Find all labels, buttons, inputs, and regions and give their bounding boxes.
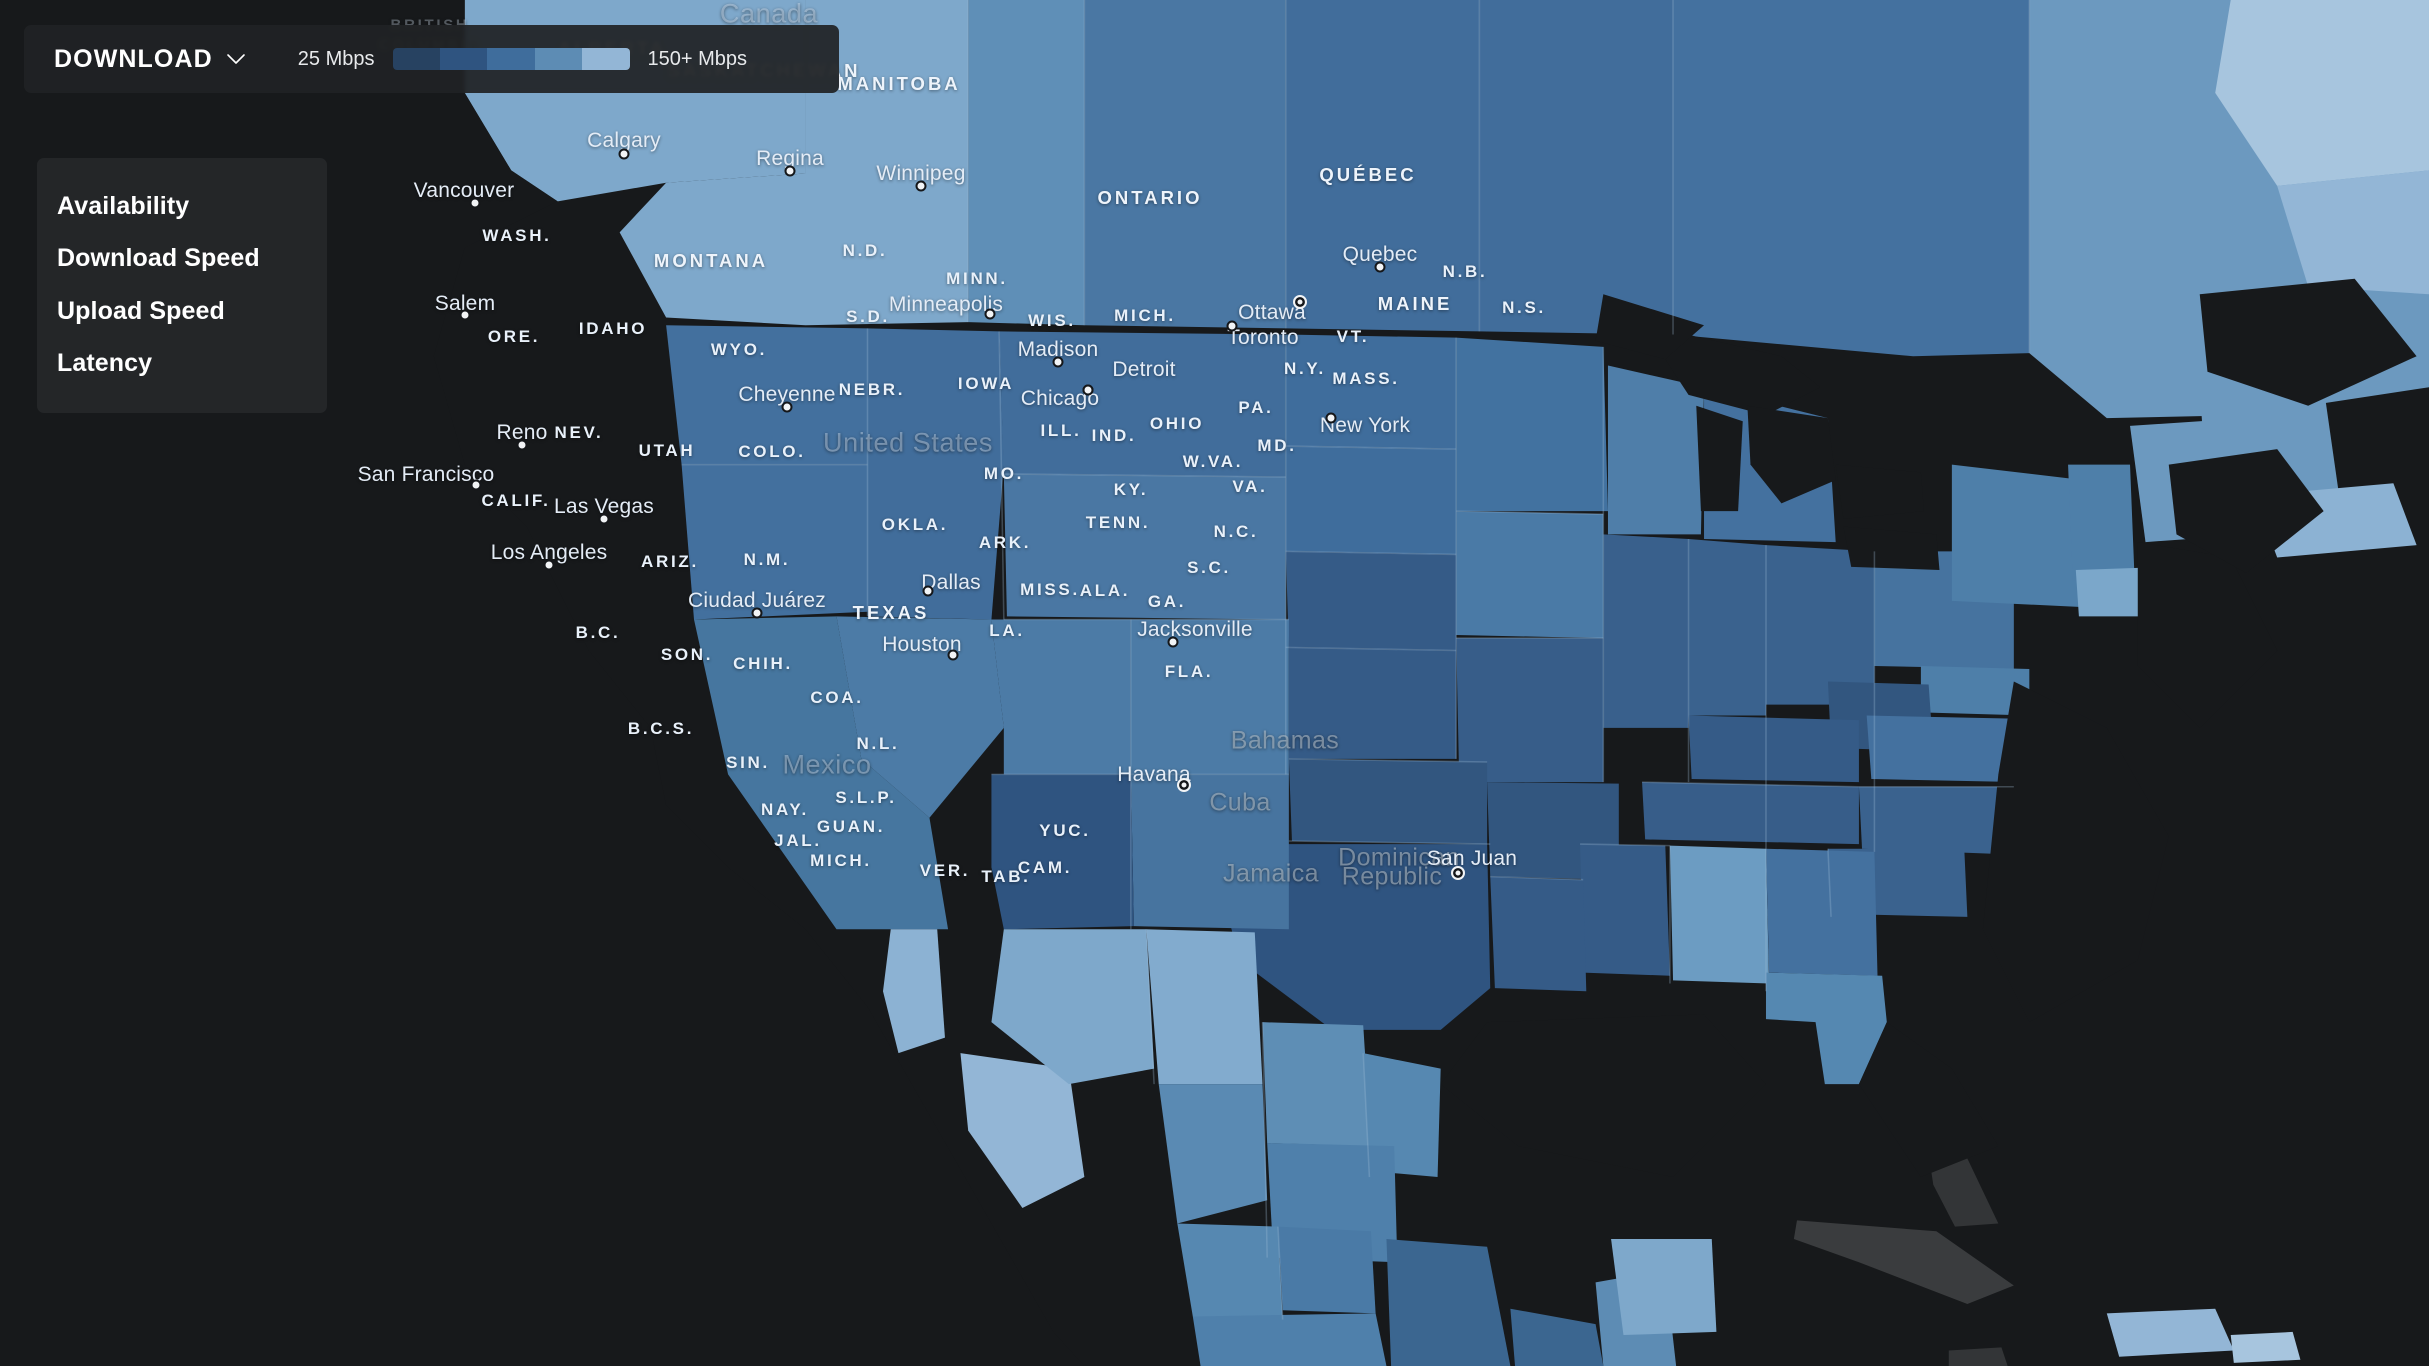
- choropleth-map[interactable]: Canada United States Mexico Bahamas Cuba…: [0, 0, 2429, 1366]
- scale-max-label: 150+ Mbps: [647, 47, 748, 70]
- metric-dropdown-toggle[interactable]: DOWNLOAD: [54, 45, 246, 74]
- menu-item-availability[interactable]: Availability: [37, 180, 327, 232]
- map-application: Canada United States Mexico Bahamas Cuba…: [0, 0, 2429, 1366]
- scale-swatch-3: [534, 48, 583, 70]
- menu-item-upload-speed[interactable]: Upload Speed: [37, 285, 327, 337]
- scale-swatch-2: [487, 48, 535, 70]
- scale-swatch-0: [392, 48, 440, 70]
- metric-dropdown-menu[interactable]: Availability Download Speed Upload Speed…: [37, 158, 327, 413]
- chevron-down-icon[interactable]: [226, 53, 246, 65]
- menu-item-latency[interactable]: Latency: [37, 337, 327, 389]
- color-scale: 25 Mbps 150+ Mbps: [298, 48, 747, 71]
- metric-label: DOWNLOAD: [54, 44, 213, 73]
- scale-swatch-4: [582, 48, 630, 70]
- scale-gradient-bar: [392, 48, 630, 70]
- scale-min-label: 25 Mbps: [297, 47, 375, 70]
- map-geometry: [0, 0, 2429, 1366]
- scale-swatch-1: [439, 48, 488, 70]
- menu-item-download-speed[interactable]: Download Speed: [37, 232, 327, 284]
- legend-panel: DOWNLOAD 25 Mbps 150+ Mbps: [24, 25, 839, 93]
